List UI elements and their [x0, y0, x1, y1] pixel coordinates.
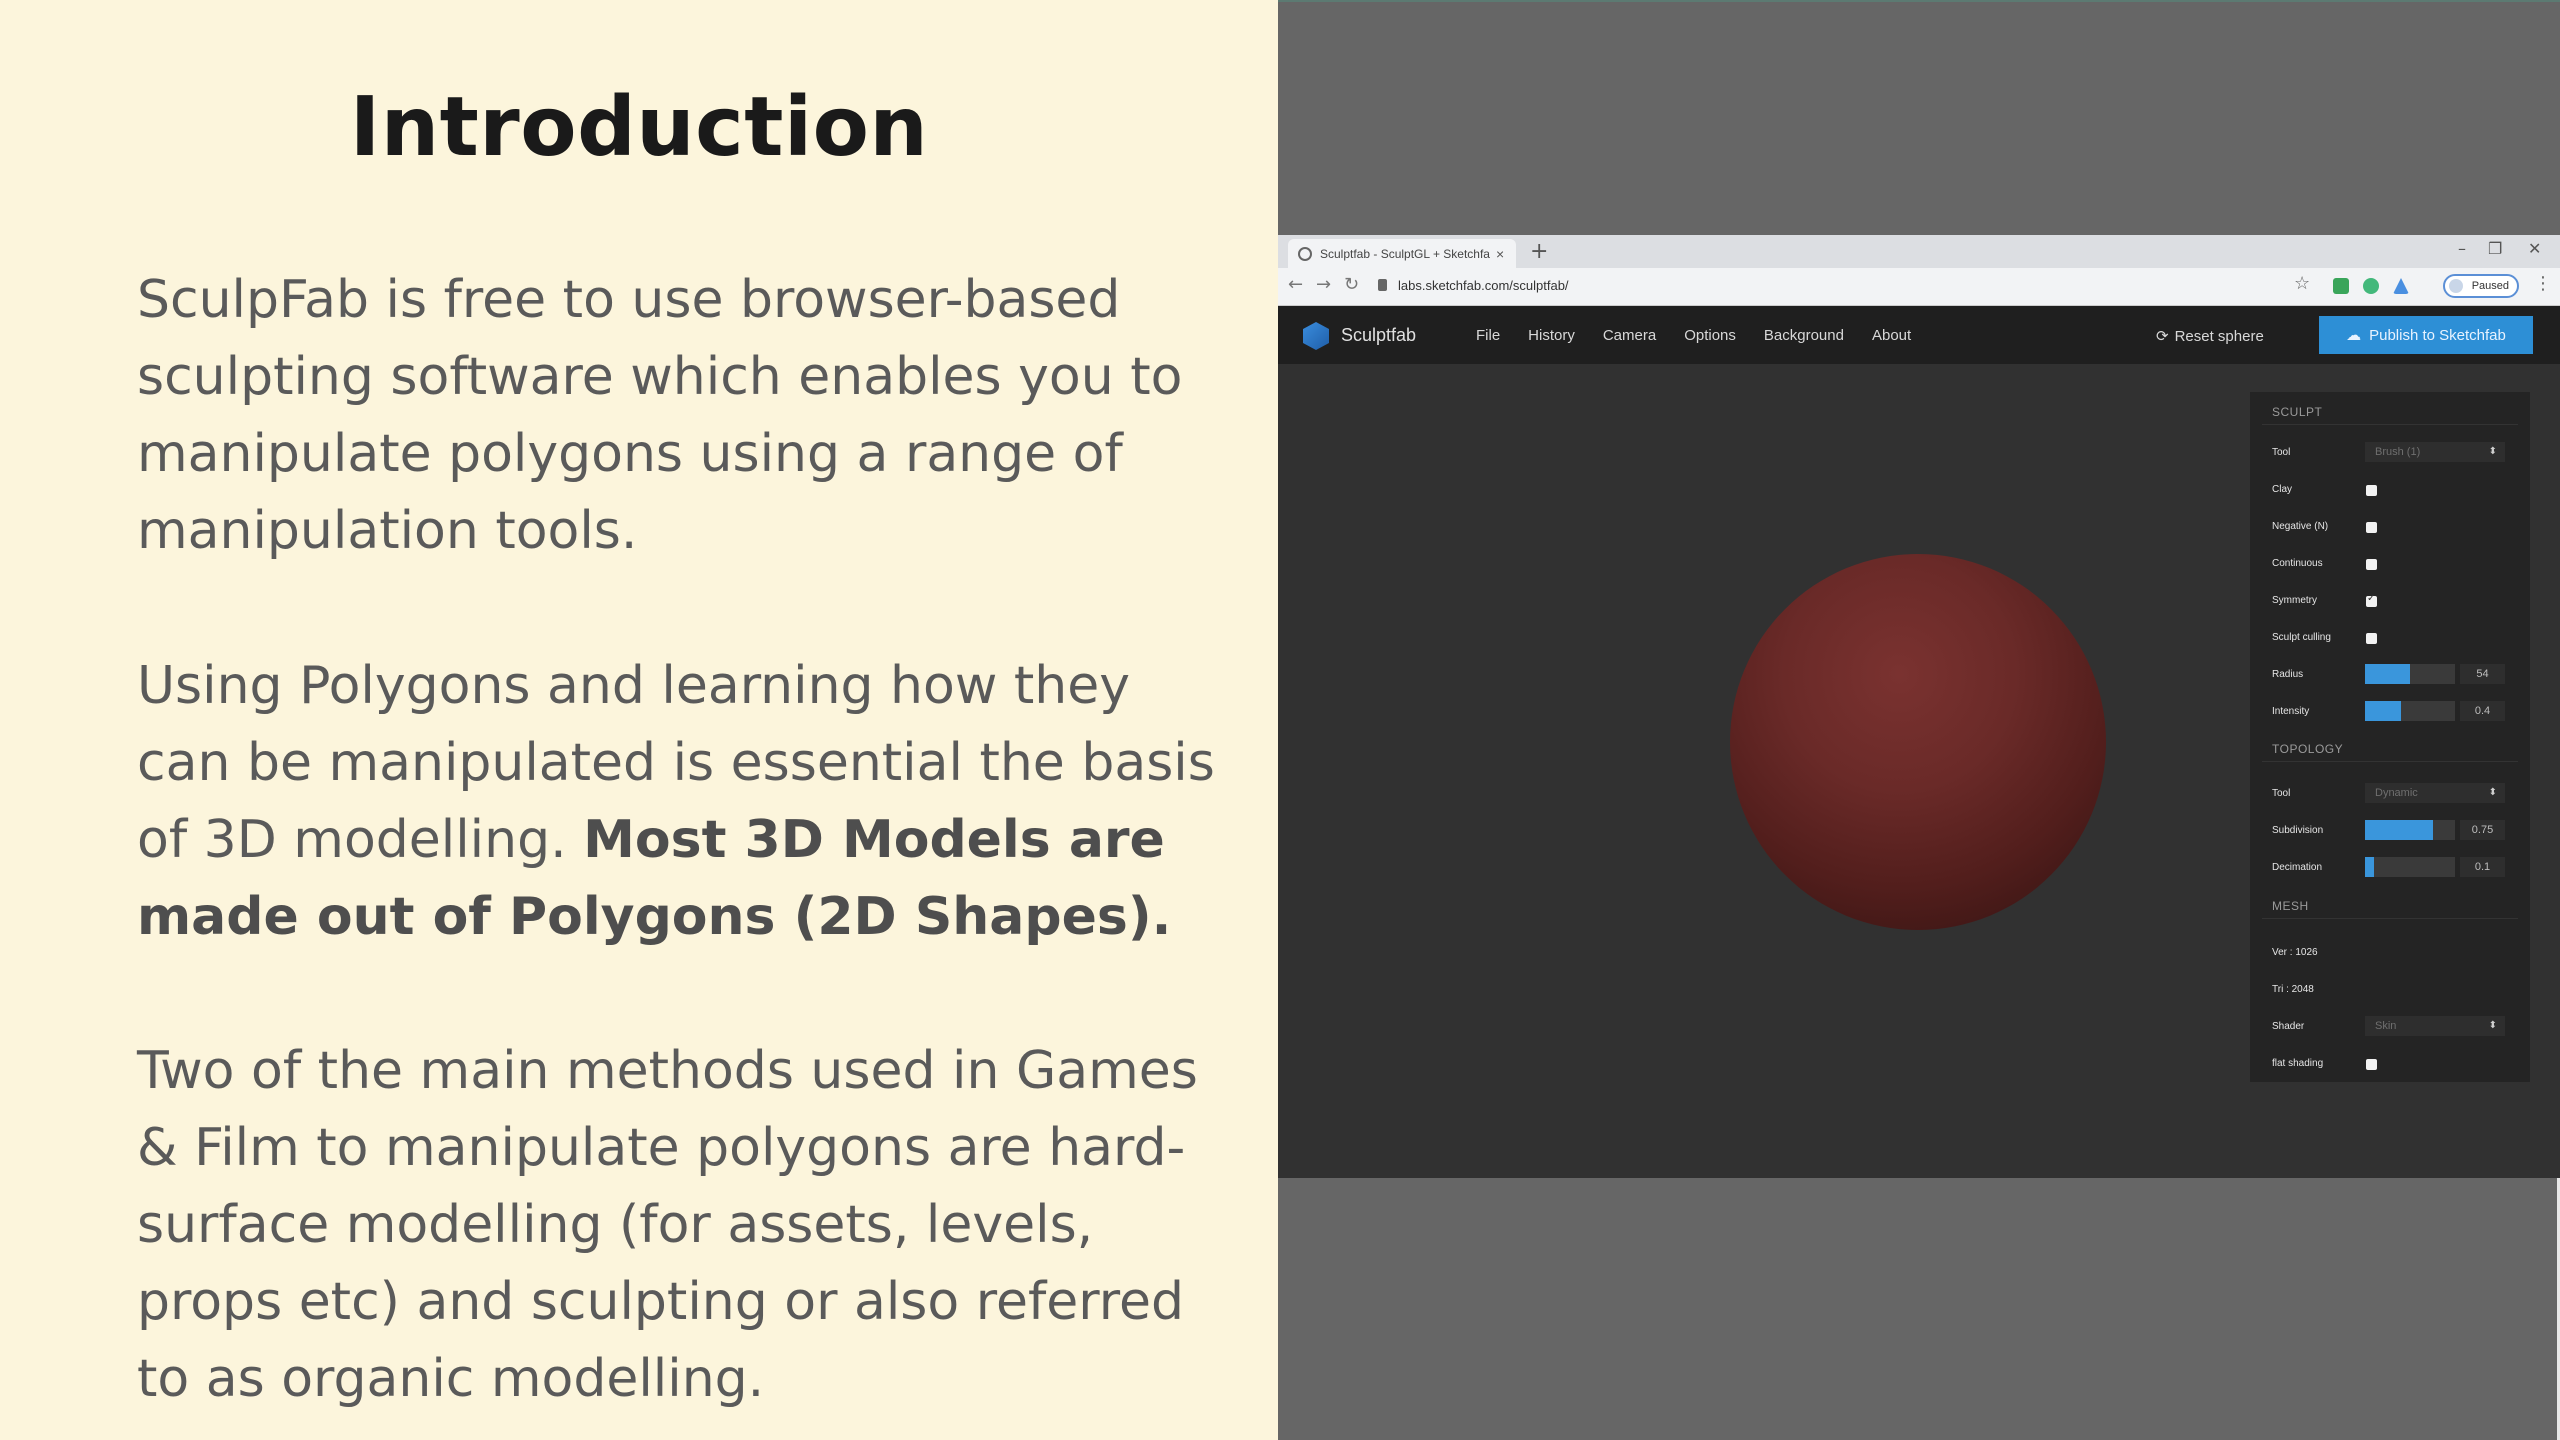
subdivision-slider-fill — [2365, 820, 2433, 840]
shader-select[interactable]: Skin ⬍ — [2365, 1016, 2505, 1036]
paragraph-1: SculpFab is free to use browser-based sc… — [137, 270, 1183, 561]
decimation-value[interactable]: 0.1 — [2460, 857, 2505, 877]
menu-background[interactable]: Background — [1764, 327, 1844, 344]
tool-select[interactable]: Brush (1) ⬍ — [2365, 442, 2505, 462]
slide-text-panel: Introduction SculpFab is free to use bro… — [0, 0, 1278, 1440]
app-header: Sculptfab File History Camera Options Ba… — [1278, 306, 2560, 364]
address-bar: ← → ↻ labs.sketchfab.com/sculptfab/ ☆ Pa… — [1278, 268, 2560, 306]
menu-options[interactable]: Options — [1684, 327, 1736, 344]
paragraph-2: Using Polygons and learning how they can… — [137, 648, 1237, 956]
clay-label: Clay — [2272, 484, 2293, 495]
extension-icon[interactable] — [2333, 278, 2349, 294]
new-tab-button[interactable]: + — [1530, 239, 1548, 264]
vertex-count: Ver : 1026 — [2272, 947, 2318, 958]
divider — [2262, 424, 2518, 425]
decimation-label: Decimation — [2272, 862, 2323, 873]
shader-value: Skin — [2375, 1020, 2397, 1032]
intensity-slider-fill — [2365, 701, 2401, 721]
globe-icon — [1298, 246, 1312, 261]
subdivision-value[interactable]: 0.75 — [2460, 820, 2505, 840]
radius-slider[interactable] — [2365, 664, 2455, 684]
select-arrow-icon: ⬍ — [2488, 787, 2497, 798]
symmetry-checkbox[interactable] — [2366, 593, 2377, 607]
forward-icon[interactable]: → — [1316, 274, 1331, 295]
reset-sphere-button[interactable]: ⟳ Reset sphere — [2156, 327, 2264, 345]
reset-sphere-label: Reset sphere — [2174, 328, 2264, 345]
shader-label: Shader — [2272, 1021, 2305, 1032]
symmetry-label: Symmetry — [2272, 595, 2317, 606]
divider — [2262, 918, 2518, 919]
refresh-icon: ⟳ — [2156, 328, 2169, 345]
subdivision-label: Subdivision — [2272, 825, 2324, 836]
topology-tool-value: Dynamic — [2375, 787, 2418, 799]
sculpt-culling-checkbox[interactable] — [2366, 633, 2377, 644]
topology-tool-select[interactable]: Dynamic ⬍ — [2365, 783, 2505, 803]
sculpt-section-title: SCULPT — [2272, 405, 2323, 419]
paragraph-3: Two of the main methods used in Games & … — [137, 1041, 1198, 1409]
menu-camera[interactable]: Camera — [1603, 327, 1656, 344]
decimation-slider-fill — [2365, 857, 2374, 877]
menu-history[interactable]: History — [1528, 327, 1575, 344]
browser-window: Sculptfab - SculptGL + Sketchfab × + – ❐… — [1278, 235, 2560, 1178]
3d-viewport[interactable]: SCULPT Tool Brush (1) ⬍ Clay Negative (N)… — [1278, 364, 2560, 1178]
mesh-section-title: MESH — [2272, 899, 2309, 913]
browser-tab[interactable]: Sculptfab - SculptGL + Sketchfab × — [1288, 239, 1516, 268]
publish-button[interactable]: ☁ Publish to Sketchfab — [2319, 316, 2533, 354]
sculpt-culling-label: Sculpt culling — [2272, 632, 2331, 643]
radius-slider-fill — [2365, 664, 2410, 684]
reload-icon[interactable]: ↻ — [1344, 274, 1359, 295]
topology-section-title: TOPOLOGY — [2272, 742, 2344, 756]
flat-shading-label: flat shading — [2272, 1058, 2324, 1069]
minimize-icon[interactable]: – — [2458, 239, 2466, 258]
bookmark-star-icon[interactable]: ☆ — [2294, 273, 2310, 294]
browser-menu-icon[interactable]: ⋮ — [2534, 273, 2552, 294]
sculptfab-logo-icon — [1303, 322, 1329, 350]
close-tab-icon[interactable]: × — [1496, 246, 1504, 262]
menu-file[interactable]: File — [1476, 327, 1500, 344]
url-text: labs.sketchfab.com/sculptfab/ — [1398, 278, 1569, 293]
tab-title: Sculptfab - SculptGL + Sketchfab — [1320, 246, 1490, 261]
main-menu: File History Camera Options Background A… — [1476, 327, 1911, 344]
menu-about[interactable]: About — [1872, 327, 1911, 344]
topology-tool-label: Tool — [2272, 788, 2291, 799]
clay-checkbox[interactable] — [2366, 485, 2377, 496]
continuous-label: Continuous — [2272, 558, 2323, 569]
profile-button[interactable]: Paused — [2443, 274, 2519, 298]
radius-value[interactable]: 54 — [2460, 664, 2505, 684]
negative-checkbox[interactable] — [2366, 522, 2377, 533]
subdivision-slider[interactable] — [2365, 820, 2455, 840]
back-icon[interactable]: ← — [1288, 274, 1303, 295]
triangle-count: Tri : 2048 — [2272, 984, 2314, 995]
select-arrow-icon: ⬍ — [2488, 1020, 2497, 1031]
cloud-upload-icon: ☁ — [2346, 327, 2362, 344]
close-window-icon[interactable]: ✕ — [2528, 239, 2541, 258]
slide-title: Introduction — [349, 80, 929, 175]
flat-shading-checkbox[interactable] — [2366, 1059, 2377, 1070]
negative-label: Negative (N) — [2272, 521, 2329, 532]
divider — [2262, 761, 2518, 762]
select-arrow-icon: ⬍ — [2488, 446, 2497, 457]
profile-status: Paused — [2471, 280, 2509, 292]
intensity-label: Intensity — [2272, 706, 2310, 717]
intensity-value[interactable]: 0.4 — [2460, 701, 2505, 721]
intensity-slider[interactable] — [2365, 701, 2455, 721]
url-field[interactable]: labs.sketchfab.com/sculptfab/ — [1378, 272, 2218, 302]
publish-label: Publish to Sketchfab — [2369, 326, 2506, 344]
radius-label: Radius — [2272, 669, 2304, 680]
sculpt-panel: SCULPT Tool Brush (1) ⬍ Clay Negative (N)… — [2250, 392, 2530, 1082]
lock-icon — [1378, 279, 1387, 291]
tool-select-value: Brush (1) — [2375, 446, 2421, 458]
tab-strip: Sculptfab - SculptGL + Sketchfab × + – ❐… — [1278, 235, 2560, 268]
app-brand: Sculptfab — [1341, 325, 1417, 345]
extension-icon[interactable] — [2363, 278, 2379, 294]
decimation-slider[interactable] — [2365, 857, 2455, 877]
extension-icon[interactable] — [2393, 278, 2409, 294]
sculpt-sphere[interactable] — [1730, 554, 2106, 930]
tool-label: Tool — [2272, 447, 2291, 458]
restore-icon[interactable]: ❐ — [2488, 239, 2502, 258]
continuous-checkbox[interactable] — [2366, 559, 2377, 570]
avatar — [2449, 279, 2463, 293]
